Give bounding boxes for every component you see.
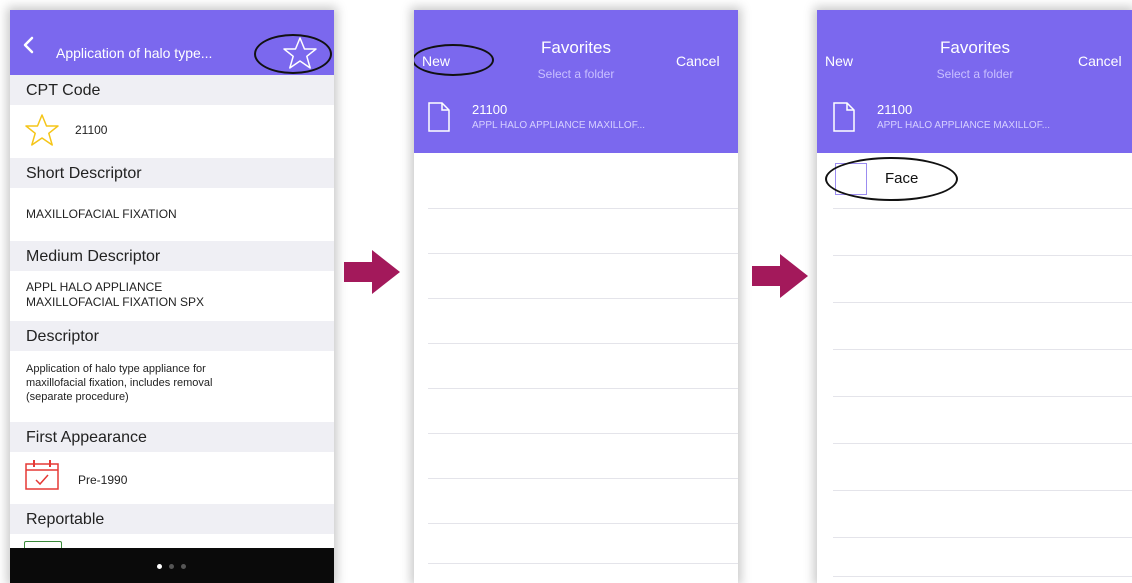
- medium-descriptor-line: APPL HALO APPLIANCE: [26, 280, 163, 294]
- star-outline-icon[interactable]: [24, 113, 60, 147]
- new-button[interactable]: New: [825, 53, 853, 69]
- favorite-code: 21100: [877, 102, 913, 117]
- list-divider: [428, 298, 738, 299]
- list-divider: [428, 388, 738, 389]
- arrow-right-icon: [752, 254, 808, 298]
- list-divider: [833, 537, 1132, 538]
- favorites-screen: New Favorites Select a folder Cancel 211…: [414, 10, 738, 583]
- cancel-button[interactable]: Cancel: [676, 53, 720, 69]
- section-header-medium-descriptor: Medium Descriptor: [10, 241, 334, 271]
- nav-subtitle: Select a folder: [936, 67, 1014, 81]
- section-header-short-descriptor: Short Descriptor: [10, 158, 334, 188]
- first-appearance-value: Pre-1990: [78, 473, 128, 487]
- page-indicator: [10, 548, 334, 583]
- section-header-label: Descriptor: [26, 328, 99, 345]
- short-descriptor-value: MAXILLOFACIAL FIXATION: [26, 207, 177, 221]
- nav-bar: Application of halo type...: [10, 10, 334, 75]
- arrow-right-icon: [344, 250, 400, 294]
- document-icon: [428, 102, 450, 132]
- descriptor-line: (separate procedure): [26, 391, 129, 403]
- section-header-first-appearance: First Appearance: [10, 422, 334, 452]
- section-header-label: CPT Code: [26, 82, 101, 99]
- section-header-label: Reportable: [26, 511, 105, 528]
- nav-title: Favorites: [541, 38, 611, 57]
- list-divider: [833, 490, 1132, 491]
- favorite-description: APPL HALO APPLIANCE MAXILLOF...: [877, 120, 1051, 131]
- descriptor-line: maxillofacial fixation, includes removal: [26, 377, 213, 389]
- list-divider: [833, 302, 1132, 303]
- list-divider: [428, 343, 738, 344]
- highlight-circle: [825, 157, 958, 201]
- list-divider: [833, 576, 1132, 577]
- cpt-code-value: 21100: [75, 123, 108, 137]
- document-icon: [833, 102, 855, 132]
- nav-title: Favorites: [940, 38, 1010, 57]
- highlight-circle: [254, 34, 332, 74]
- section-header-reportable: Reportable: [10, 504, 334, 534]
- list-divider: [428, 253, 738, 254]
- page-dot-active[interactable]: [157, 564, 162, 569]
- nav-title: Application of halo type...: [56, 45, 213, 61]
- list-divider: [428, 563, 738, 564]
- chevron-left-icon[interactable]: [22, 36, 36, 54]
- list-divider: [833, 349, 1132, 350]
- cpt-detail-screen: Application of halo type... CPT Code 211…: [10, 10, 334, 583]
- cancel-button[interactable]: Cancel: [1078, 53, 1122, 69]
- calendar-icon: [25, 460, 59, 490]
- descriptor-line: Application of halo type appliance for: [26, 363, 206, 375]
- list-divider: [833, 443, 1132, 444]
- section-header-label: Short Descriptor: [26, 165, 142, 182]
- favorites-folder-screen: New Favorites Select a folder Cancel 211…: [817, 10, 1132, 583]
- page-dot[interactable]: [181, 564, 186, 569]
- section-header-cpt-code: CPT Code: [10, 75, 334, 105]
- list-divider: [833, 208, 1132, 209]
- list-divider: [428, 208, 738, 209]
- page-dot[interactable]: [169, 564, 174, 569]
- nav-subtitle: Select a folder: [537, 67, 615, 81]
- section-header-descriptor: Descriptor: [10, 321, 334, 351]
- favorite-code: 21100: [472, 102, 508, 117]
- list-divider: [833, 255, 1132, 256]
- list-divider: [833, 396, 1132, 397]
- highlight-circle: [414, 44, 494, 76]
- section-header-label: First Appearance: [26, 429, 147, 446]
- section-header-label: Medium Descriptor: [26, 248, 161, 265]
- nav-bar: New Favorites Select a folder Cancel 211…: [817, 10, 1132, 153]
- favorite-description: APPL HALO APPLIANCE MAXILLOF...: [472, 120, 646, 131]
- list-divider: [428, 433, 738, 434]
- list-divider: [428, 523, 738, 524]
- medium-descriptor-line: MAXILLOFACIAL FIXATION SPX: [26, 295, 205, 309]
- list-divider: [428, 478, 738, 479]
- nav-bar: New Favorites Select a folder Cancel 211…: [414, 10, 738, 153]
